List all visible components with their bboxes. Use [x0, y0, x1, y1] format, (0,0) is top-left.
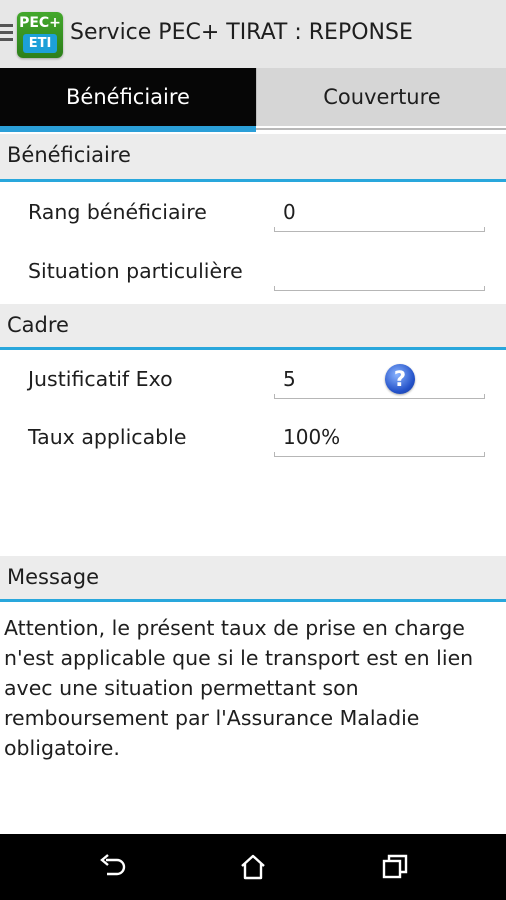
app-logo-icon[interactable]: PEC+ ETI — [17, 12, 63, 58]
recents-icon[interactable] — [379, 851, 411, 883]
field-underline — [274, 452, 485, 457]
taux-applicable-field[interactable]: 100% — [274, 425, 485, 457]
justificatif-exo-label: Justificatif Exo — [28, 367, 173, 391]
section-title: Cadre — [7, 313, 69, 337]
message-text: Attention, le présent taux de prise en c… — [4, 616, 474, 760]
app-logo-text-bottom: ETI — [23, 34, 57, 53]
section-title: Bénéficiaire — [7, 143, 131, 167]
menu-icon[interactable] — [0, 24, 13, 43]
rang-beneficiaire-field[interactable]: 0 — [274, 200, 485, 232]
action-bar: PEC+ ETI Service PEC+ TIRAT : REPONSE — [0, 0, 506, 69]
tab-bar: Bénéficiaire Couverture — [0, 68, 506, 132]
field-underline — [274, 286, 485, 291]
tab-beneficiaire[interactable]: Bénéficiaire — [0, 68, 256, 126]
section-title: Message — [7, 565, 100, 589]
section-header-message: Message — [0, 556, 506, 602]
selected-tab-indicator — [0, 126, 256, 132]
taux-applicable-label: Taux applicable — [28, 425, 187, 449]
field-underline — [274, 394, 485, 399]
help-icon[interactable]: ? — [385, 364, 415, 394]
tab-divider — [256, 128, 506, 130]
rang-beneficiaire-value: 0 — [283, 200, 296, 224]
justificatif-exo-value: 5 — [283, 367, 296, 391]
tab-couverture[interactable]: Couverture — [256, 68, 506, 126]
home-icon[interactable] — [237, 851, 269, 883]
app-logo-text-top: PEC+ — [19, 15, 61, 31]
rang-beneficiaire-label: Rang bénéficiaire — [28, 200, 207, 224]
section-header-cadre: Cadre — [0, 304, 506, 350]
app-title: Service PEC+ TIRAT : REPONSE — [70, 20, 413, 45]
taux-applicable-value: 100% — [283, 425, 341, 449]
back-icon[interactable] — [97, 851, 129, 883]
navigation-bar — [0, 834, 506, 900]
situation-particuliere-field[interactable] — [274, 259, 485, 291]
situation-particuliere-label: Situation particulière — [28, 259, 243, 283]
section-header-beneficiaire: Bénéficiaire — [0, 134, 506, 182]
field-underline — [274, 227, 485, 232]
justificatif-exo-field[interactable]: 5 — [274, 367, 485, 399]
